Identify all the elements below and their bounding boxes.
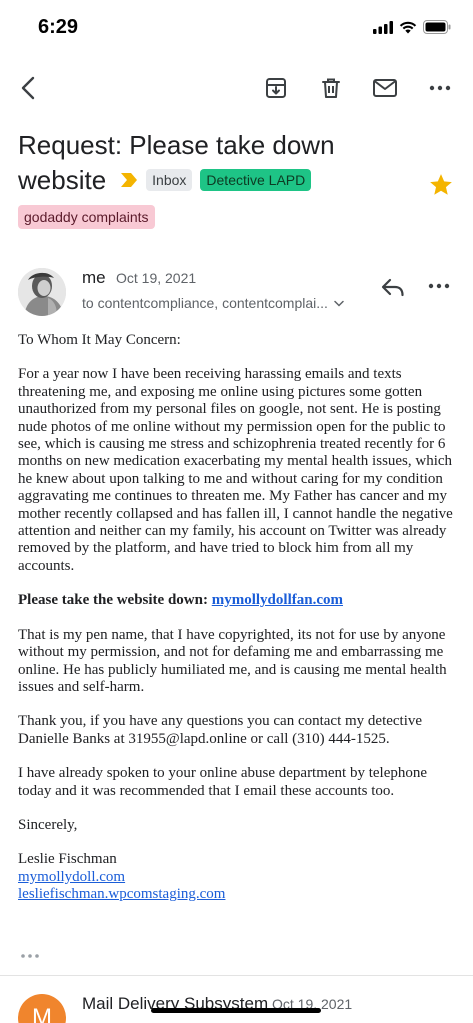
sender-name: me (82, 268, 106, 287)
more-horizontal-icon (429, 85, 451, 91)
label-godaddy-complaints[interactable]: godaddy complaints (18, 205, 155, 229)
sender-avatar[interactable] (18, 268, 66, 316)
greeting: To Whom It May Concern: (18, 332, 181, 348)
signature-link-1[interactable]: mymollydoll.com (18, 869, 125, 885)
show-trimmed-content-icon[interactable] (18, 948, 42, 964)
reply-icon[interactable] (380, 276, 406, 298)
trash-icon (322, 78, 340, 98)
delete-button[interactable] (317, 74, 345, 102)
star-icon[interactable] (428, 172, 454, 198)
message-body: To Whom It May Concern: For a year now I… (18, 332, 458, 904)
message-divider (0, 975, 473, 976)
signature-name: Leslie Fischman (18, 851, 117, 868)
battery-icon (423, 20, 451, 34)
signature-link-2[interactable]: lesliefischman.wpcomstaging.com (18, 886, 225, 902)
next-message-row[interactable]: M Mail Delivery Subsystem Oct 19, 2021 (0, 980, 473, 1023)
next-sender-avatar: M (18, 994, 66, 1023)
cellular-signal-icon (373, 20, 393, 34)
more-options-button[interactable] (426, 74, 454, 102)
chevron-down-icon (334, 300, 344, 307)
recipients-toggle[interactable]: to contentcompliance, contentcomplai... (82, 295, 344, 311)
recipients-text: to contentcompliance, contentcomplai... (82, 295, 328, 311)
chevron-left-icon (21, 76, 35, 100)
importance-marker-icon[interactable] (120, 172, 138, 188)
body-paragraph-4: I have already spoken to your online abu… (18, 765, 428, 799)
home-indicator[interactable] (151, 1008, 321, 1013)
avatar-photo (18, 268, 66, 316)
message-more-icon[interactable] (428, 276, 450, 296)
email-subject-continuation: website (18, 165, 107, 195)
closing: Sincerely, (18, 816, 78, 833)
mark-unread-button[interactable] (371, 74, 399, 102)
back-button[interactable] (14, 74, 42, 102)
email-subject: Request: Please take down (18, 130, 335, 160)
body-paragraph-2: That is my pen name, that I have copyrig… (18, 626, 447, 695)
request-label: Please take the website down: (18, 592, 208, 609)
mail-icon (373, 79, 397, 97)
body-paragraph-3: Thank you, if you have any questions you… (18, 713, 423, 747)
archive-icon (266, 78, 286, 98)
wifi-icon (399, 21, 417, 33)
status-icons (373, 20, 451, 34)
body-paragraph-1: For a year now I have been receiving har… (18, 366, 453, 574)
email-subject-line2: website Inbox Detective LAPD (18, 163, 312, 197)
takedown-request: Please take the website down: mymollydol… (18, 592, 458, 609)
request-link[interactable]: mymollydollfan.com (212, 592, 343, 608)
status-time: 6:29 (38, 16, 79, 38)
archive-button[interactable] (262, 74, 290, 102)
label-detective-lapd[interactable]: Detective LAPD (200, 169, 312, 191)
status-bar: 6:29 (0, 0, 473, 54)
message-date: Oct 19, 2021 (116, 270, 197, 286)
email-toolbar (0, 62, 473, 112)
label-inbox[interactable]: Inbox (146, 169, 193, 191)
message-header: me Oct 19, 2021 to contentcompliance, co… (0, 262, 473, 322)
